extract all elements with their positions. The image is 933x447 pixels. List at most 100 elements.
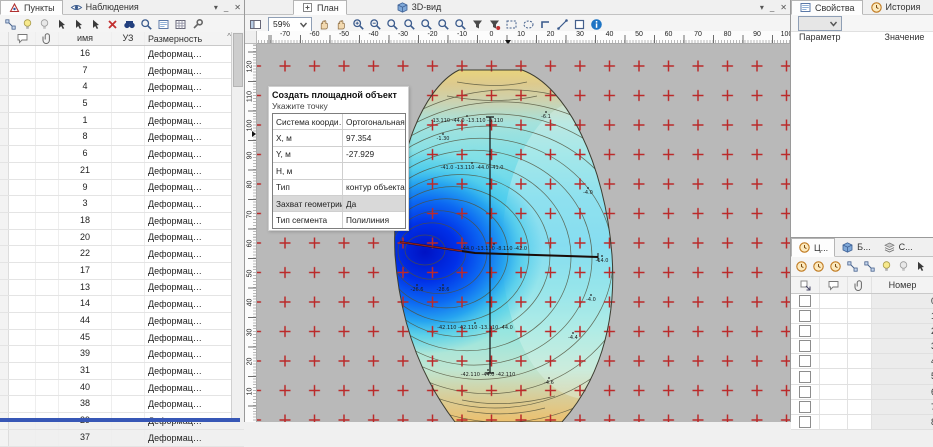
row-selector[interactable] xyxy=(0,180,9,196)
column-header-uz[interactable]: УЗ xyxy=(112,32,145,45)
field-value[interactable]: -27.929 xyxy=(343,149,405,159)
panel-menu-button[interactable]: ▾ xyxy=(214,3,218,12)
node-raise-icon[interactable] xyxy=(845,259,860,274)
table-row[interactable]: 17Деформац… xyxy=(0,263,244,280)
row-selector[interactable] xyxy=(0,129,9,145)
table-row[interactable]: 3Деформац… xyxy=(0,196,244,213)
tab-points[interactable]: Пункты xyxy=(0,0,63,15)
select-all-icon[interactable] xyxy=(799,279,812,292)
tab-history[interactable]: История xyxy=(863,0,928,14)
table-row[interactable]: 45Деформац… xyxy=(0,330,244,347)
field-value[interactable]: 97.354 xyxy=(343,133,405,143)
row-selector[interactable] xyxy=(0,246,9,262)
panel-toggle-icon[interactable] xyxy=(248,17,263,32)
row-selector[interactable] xyxy=(0,163,9,179)
tab-layers[interactable]: С... xyxy=(877,238,919,256)
tab-plan[interactable]: План xyxy=(293,0,347,15)
hand-drag-icon[interactable] xyxy=(334,17,349,32)
bulb-off-icon[interactable] xyxy=(37,17,52,32)
bulb-off-icon[interactable] xyxy=(896,259,911,274)
dialog-field-row[interactable]: Система коорди…Ортогональная xyxy=(273,114,405,130)
dialog-field-row[interactable]: Тип сегментаПолилиния xyxy=(273,212,405,227)
row-selector[interactable] xyxy=(0,96,9,112)
cycle-checkbox[interactable] xyxy=(799,401,811,413)
table-row[interactable]: 18Деформац… xyxy=(0,213,244,230)
table-row[interactable]: 5Деформац… xyxy=(0,96,244,113)
frame-icon[interactable] xyxy=(572,17,587,32)
row-selector[interactable] xyxy=(0,363,9,379)
table-row[interactable]: 40Деформац… xyxy=(0,380,244,397)
cycle-row[interactable]: 7 xyxy=(791,400,933,415)
select-rect-icon[interactable] xyxy=(504,17,519,32)
row-selector[interactable] xyxy=(0,296,9,312)
node-lower-icon[interactable] xyxy=(862,259,877,274)
panel-menu-button[interactable]: ▾ xyxy=(760,3,764,12)
object-selector[interactable] xyxy=(798,16,842,31)
table-row[interactable]: 8Деформац… xyxy=(0,129,244,146)
row-selector[interactable] xyxy=(0,330,9,346)
cycle-row[interactable]: 1 xyxy=(791,309,933,324)
tab-3d-view[interactable]: 3D-вид xyxy=(389,0,449,14)
zoom-point-icon[interactable] xyxy=(453,17,468,32)
row-selector[interactable] xyxy=(0,380,9,396)
field-value[interactable]: контур объекта xyxy=(343,182,405,192)
corner-snap-icon[interactable] xyxy=(538,17,553,32)
table-row[interactable]: 9Деформац… xyxy=(0,180,244,197)
select-area-icon[interactable] xyxy=(88,17,103,32)
table-row[interactable]: 6Деформац… xyxy=(0,146,244,163)
cycle-row[interactable]: 2 xyxy=(791,324,933,339)
zoom-window-icon[interactable] xyxy=(385,17,400,32)
table-row[interactable]: 21Деформац… xyxy=(0,163,244,180)
cycle-checkbox[interactable] xyxy=(799,295,811,307)
table-row[interactable]: 14Деформац… xyxy=(0,296,244,313)
table-row[interactable]: 7Деформац… xyxy=(0,63,244,80)
binoculars-icon[interactable] xyxy=(122,17,137,32)
row-selector[interactable] xyxy=(0,79,9,95)
close-button[interactable]: ✕ xyxy=(234,3,241,12)
cycle-row[interactable]: 5 xyxy=(791,369,933,384)
field-value[interactable]: Полилиния xyxy=(343,215,405,225)
clock-current-icon[interactable] xyxy=(794,259,809,274)
field-value[interactable]: Ортогональная xyxy=(343,117,405,127)
cycle-row[interactable]: 6 xyxy=(791,385,933,400)
zoom-dynamic-icon[interactable] xyxy=(402,17,417,32)
select-lasso-icon[interactable] xyxy=(521,17,536,32)
row-selector[interactable] xyxy=(0,396,9,412)
cycle-row[interactable]: 0 xyxy=(791,294,933,309)
table-row[interactable]: 16Деформац… xyxy=(0,46,244,63)
row-selector[interactable] xyxy=(0,263,9,279)
cycle-checkbox[interactable] xyxy=(799,340,811,352)
dialog-field-row[interactable]: X, м97.354 xyxy=(273,130,405,146)
table-row[interactable]: 38Деформац… xyxy=(0,396,244,413)
tab-cycles[interactable]: Ц... xyxy=(791,238,835,257)
clock-prev-icon[interactable] xyxy=(811,259,826,274)
row-selector[interactable] xyxy=(0,280,9,296)
filter-visibility-icon[interactable] xyxy=(487,17,502,32)
cycle-checkbox[interactable] xyxy=(799,325,811,337)
delete-icon[interactable] xyxy=(105,17,120,32)
table-view-icon[interactable] xyxy=(173,17,188,32)
tab-properties[interactable]: Свойства xyxy=(791,0,863,15)
field-value[interactable]: Да xyxy=(343,199,405,209)
select-point-icon[interactable] xyxy=(54,17,69,32)
cycle-row[interactable]: 4 xyxy=(791,354,933,369)
cycle-checkbox[interactable] xyxy=(799,310,811,322)
hand-pan-icon[interactable] xyxy=(317,17,332,32)
row-selector[interactable] xyxy=(0,46,9,62)
cycle-checkbox[interactable] xyxy=(799,355,811,367)
close-button[interactable]: ✕ xyxy=(780,3,787,12)
column-header-name[interactable]: имя xyxy=(59,32,112,45)
cycle-checkbox[interactable] xyxy=(799,371,811,383)
scrollbar[interactable] xyxy=(231,32,244,422)
search-form-icon[interactable] xyxy=(139,17,154,32)
minimize-button[interactable]: _ xyxy=(770,3,774,12)
table-row[interactable]: 37Деформац… xyxy=(0,430,244,447)
link-nodes-icon[interactable] xyxy=(3,17,18,32)
info-icon[interactable] xyxy=(589,17,604,32)
dialog-field-row[interactable]: Y, м-27.929 xyxy=(273,147,405,163)
column-header-number[interactable]: Номер xyxy=(872,280,933,290)
select-line-icon[interactable] xyxy=(71,17,86,32)
zoom-in-icon[interactable] xyxy=(351,17,366,32)
scrollbar-thumb[interactable] xyxy=(233,33,243,87)
tools-icon[interactable] xyxy=(190,17,205,32)
